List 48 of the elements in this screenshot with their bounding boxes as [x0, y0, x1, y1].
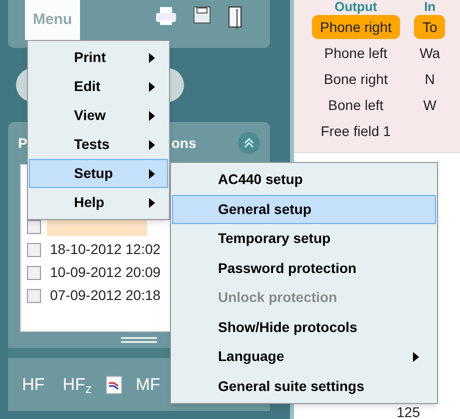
menu-item[interactable]: AC440 setup	[172, 165, 436, 194]
section-title: ons	[171, 134, 196, 152]
menu-item[interactable]: Setup	[29, 159, 168, 188]
graph-icon[interactable]	[106, 376, 122, 394]
save-icon[interactable]	[193, 6, 211, 24]
axis-label: 125	[396, 405, 420, 419]
submenu-arrow-icon	[149, 198, 155, 208]
submenu-arrow-icon	[149, 168, 155, 178]
output-option[interactable]: Bone left	[320, 93, 392, 117]
session-item[interactable]: 07-09-2012 20:18	[47, 285, 164, 306]
checkbox[interactable]	[27, 288, 41, 302]
door-icon[interactable]	[227, 6, 243, 30]
printer-icon[interactable]	[155, 6, 177, 26]
menu-item[interactable]: Edit	[29, 72, 168, 101]
output-option[interactable]: Phone right	[312, 15, 400, 39]
menu-item[interactable]: General setup	[172, 194, 436, 224]
output-option[interactable]: Free field 1	[312, 119, 399, 143]
output-option[interactable]: Wa	[412, 41, 448, 65]
section-title: P	[18, 134, 28, 152]
session-item[interactable]: 18-10-2012 12:02	[47, 239, 164, 260]
menu-item[interactable]: Language	[172, 342, 436, 372]
checkbox[interactable]	[27, 242, 41, 256]
submenu-arrow-icon	[149, 82, 155, 92]
output-option[interactable]: Phone left	[316, 41, 396, 65]
output-option[interactable]: W	[415, 93, 444, 117]
session-item[interactable]: 10-09-2012 20:09	[47, 262, 164, 283]
output-option[interactable]: Bone right	[316, 67, 396, 91]
menu-item[interactable]: Print	[29, 43, 168, 72]
submenu-arrow-icon	[149, 140, 155, 150]
splitter-grip-icon[interactable]	[121, 337, 157, 343]
submenu-arrow-icon	[413, 352, 419, 362]
menu-item[interactable]: Help	[29, 188, 168, 217]
menu-item[interactable]: General suite settings	[172, 372, 436, 401]
column-header: In	[424, 0, 436, 14]
menu-item[interactable]: Temporary setup	[172, 224, 436, 254]
checkbox[interactable]	[27, 220, 41, 234]
menu-item[interactable]: Tests	[29, 130, 168, 159]
collapse-button[interactable]	[238, 132, 260, 154]
checkbox[interactable]	[27, 266, 41, 280]
column-header: Output	[334, 0, 378, 14]
submenu-arrow-icon	[149, 110, 155, 120]
chevrons-up-icon[interactable]	[243, 137, 255, 149]
menu-item[interactable]: View	[29, 101, 168, 130]
menu-item[interactable]: Password protection	[172, 254, 436, 283]
submenu-arrow-icon	[149, 52, 155, 62]
output-option[interactable]: N	[416, 67, 443, 91]
output-option[interactable]: To	[414, 15, 446, 39]
menu-item[interactable]: Show/Hide protocols	[172, 312, 436, 342]
